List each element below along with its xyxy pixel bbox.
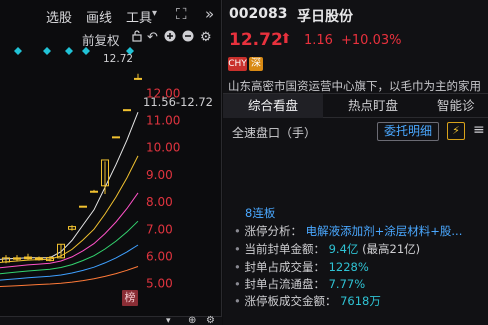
limit-turnover-row: • 涨停板成交金额： 7618万 bbox=[234, 294, 381, 308]
candle-body bbox=[79, 205, 87, 208]
chevron-down-icon[interactable]: ▾ bbox=[152, 8, 157, 19]
y-axis-tick-label: 11.00 bbox=[146, 114, 180, 128]
tab-overview[interactable]: 综合看盘 bbox=[223, 94, 323, 118]
tab-diagnosis[interactable]: 智能诊 bbox=[423, 94, 488, 118]
up-arrow-icon: ⬆ bbox=[280, 31, 292, 47]
stock-name: 孚日股份 bbox=[297, 9, 353, 25]
y-axis-tick-label: 7.00 bbox=[146, 222, 173, 236]
undo-icon[interactable]: ↶ bbox=[147, 30, 158, 45]
candle-body bbox=[13, 257, 21, 260]
limit-reason-value[interactable]: 电解液添加剂+涂层材料+股... bbox=[306, 224, 463, 238]
order-detail-button[interactable]: 委托明细 bbox=[377, 122, 439, 141]
high-price-label: 12.72 bbox=[103, 53, 133, 65]
seal-float-label: 封单占流通盘： bbox=[244, 277, 325, 291]
seal-volume-row: • 封单占成交量： 1228% bbox=[234, 260, 369, 274]
indicator-panel-header: ▾ ⊕ ⚙ bbox=[0, 315, 222, 325]
candle-body bbox=[24, 256, 32, 260]
tab-hotspot[interactable]: 热点盯盘 bbox=[323, 94, 423, 118]
seal-volume-label: 封单占成交量： bbox=[244, 260, 325, 274]
fullscreen-icon[interactable]: ⛶ bbox=[176, 5, 187, 23]
zoom-in-icon-small[interactable]: ⊕ bbox=[188, 315, 196, 325]
y-axis-tick-label: 5.00 bbox=[146, 277, 173, 291]
event-marker-diamond-icon bbox=[65, 47, 73, 55]
current-price: 12.72 bbox=[229, 30, 283, 50]
limit-turnover-value: 7618万 bbox=[340, 294, 381, 308]
market-badge: 深 bbox=[249, 57, 263, 71]
quote-panel: 002083 孚日股份 12.72 ⬆ 1.16 +10.03% CHY 深 山… bbox=[223, 0, 488, 325]
seal-volume-value: 1228% bbox=[328, 260, 369, 274]
moving-average-line bbox=[0, 266, 139, 288]
zoom-out-icon[interactable] bbox=[182, 30, 194, 45]
y-axis-tick-label: 9.00 bbox=[146, 168, 173, 182]
gear-icon-small[interactable]: ⚙ bbox=[206, 315, 215, 325]
candle-body bbox=[35, 257, 43, 261]
y-axis-tick-label: 10.00 bbox=[146, 141, 180, 155]
limit-turnover-label: 涨停板成交金额： bbox=[244, 294, 337, 308]
lock-icon[interactable] bbox=[132, 30, 142, 45]
price-range-label: 11.56-12.72 bbox=[143, 95, 213, 109]
menu-icon[interactable]: ≡ bbox=[473, 122, 485, 138]
limit-reason-row: • 涨停分析： 电解液添加剂+涂层材料+股... bbox=[234, 224, 463, 238]
seal-amount-row: • 当前封单金额： 9.4亿 (最高21亿) bbox=[234, 242, 421, 256]
chart-toolbar: 选股 画线 工具 ▾ ⛶ » bbox=[0, 0, 222, 30]
gear-icon[interactable]: ⚙ bbox=[200, 30, 212, 45]
y-axis-tick-label: 6.00 bbox=[146, 249, 173, 263]
y-axis-labels: 12.0011.0010.009.008.007.006.005.00 bbox=[146, 86, 180, 290]
candle-body bbox=[134, 77, 142, 80]
candle-body bbox=[112, 136, 120, 139]
zoom-in-icon[interactable] bbox=[164, 30, 176, 45]
candles bbox=[2, 73, 142, 264]
seal-amount-max: (最高21亿) bbox=[362, 242, 421, 256]
flash-icon[interactable]: ⚡ bbox=[447, 122, 465, 140]
seal-float-row: • 封单占流通盘： 7.77% bbox=[234, 277, 366, 291]
quote-tabs: 综合看盘 热点盯盘 智能诊 bbox=[223, 93, 488, 118]
candle-body bbox=[90, 190, 98, 193]
limit-reason-label: 涨停分析： bbox=[244, 224, 302, 238]
stock-code: 002083 bbox=[229, 6, 288, 22]
limit-streak: 8连板 bbox=[245, 206, 276, 220]
candle-body bbox=[123, 109, 131, 112]
seal-amount-value: 9.4亿 bbox=[328, 242, 359, 256]
price-change-percent: +10.03% bbox=[341, 33, 402, 48]
tools-button[interactable]: 工具 bbox=[126, 7, 152, 26]
moving-average-line bbox=[0, 155, 139, 264]
order-book-label: 全速盘口（手） bbox=[232, 126, 317, 140]
kline-panel[interactable]: 12.00 11.00 10.00 9.00 8.00 7.00 6.00 5.00 12.7… bbox=[0, 0, 222, 325]
seal-float-value: 7.77% bbox=[328, 277, 366, 291]
y-axis-tick-label: 8.00 bbox=[146, 195, 173, 209]
rank-badge[interactable]: 榜 bbox=[122, 290, 138, 306]
filter-button[interactable]: 选股 bbox=[46, 7, 72, 26]
caret-down-icon[interactable]: ▾ bbox=[166, 316, 171, 325]
price-change: 1.16 bbox=[304, 33, 333, 48]
event-marker-diamond-icon bbox=[43, 47, 51, 55]
draw-line-button[interactable]: 画线 bbox=[86, 7, 112, 26]
moving-average-lines bbox=[0, 112, 139, 288]
seal-amount-label: 当前封单金额： bbox=[244, 242, 325, 256]
expand-right-icon[interactable]: » bbox=[205, 5, 214, 23]
adjust-mode-button[interactable]: 前复权 bbox=[82, 30, 120, 49]
event-marker-diamond-icon bbox=[14, 47, 22, 55]
currency-badge: CHY bbox=[228, 57, 247, 71]
company-description: 山东高密市国资运营中心旗下，以毛巾为主的家用 bbox=[228, 79, 481, 93]
